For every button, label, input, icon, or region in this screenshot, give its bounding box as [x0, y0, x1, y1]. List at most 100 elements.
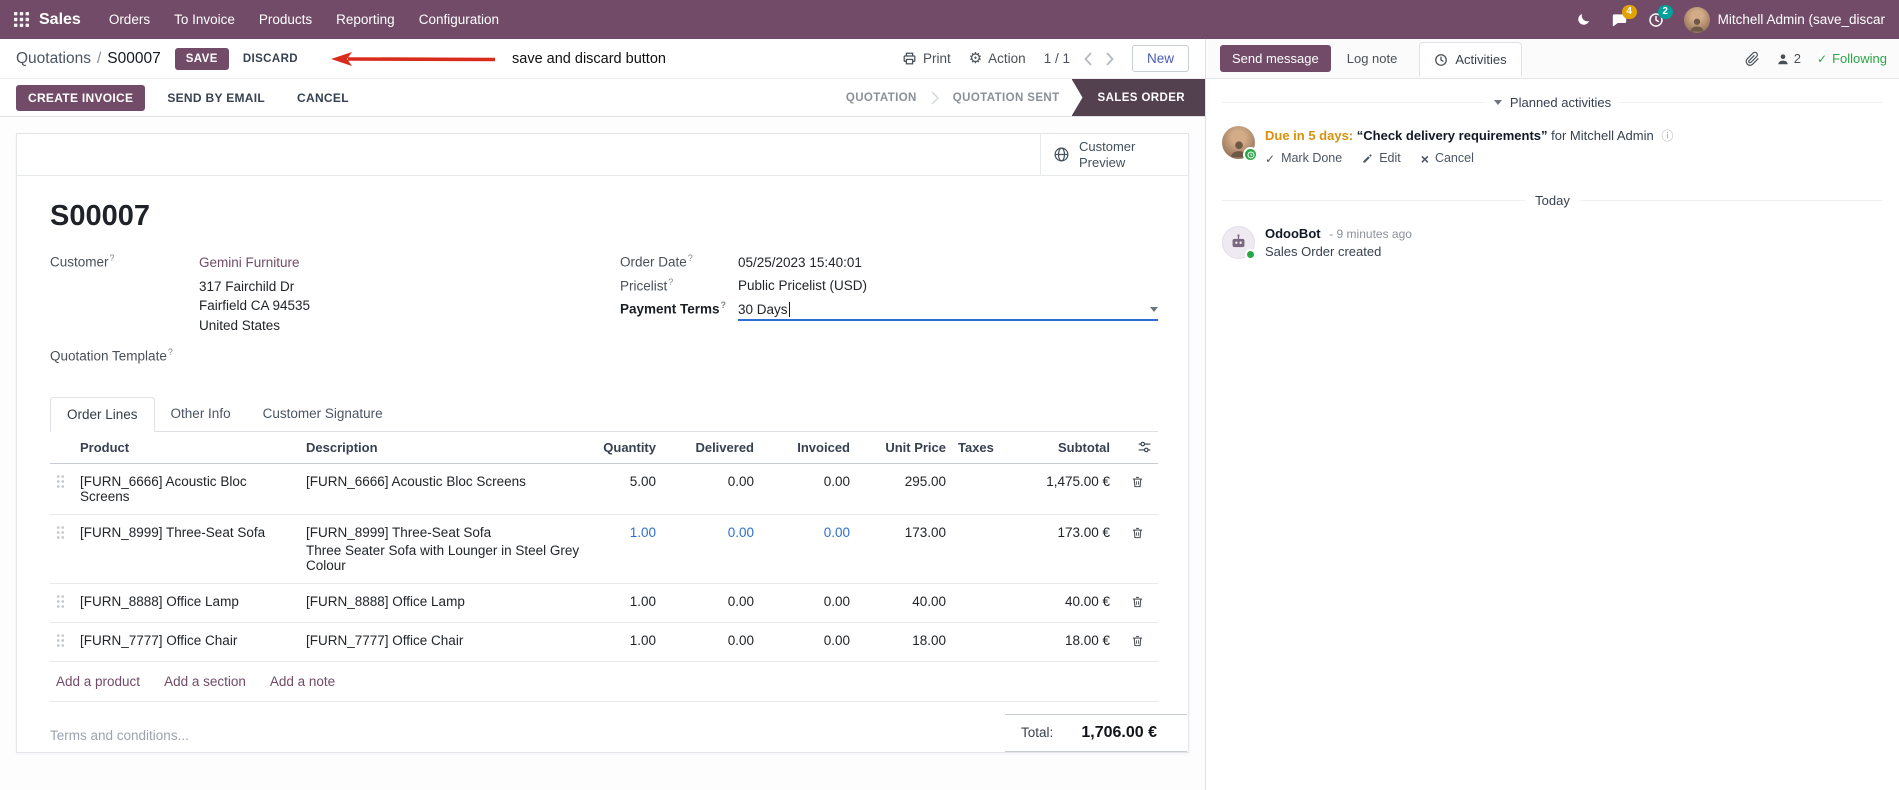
pager-previous-icon[interactable]	[1084, 51, 1092, 66]
activity-summary-line: Due in 5 days: “Check delivery requireme…	[1265, 126, 1673, 146]
delete-row-icon[interactable]	[1116, 583, 1158, 623]
log-note-button[interactable]: Log note	[1335, 45, 1410, 72]
cancel-button[interactable]: CANCEL	[287, 85, 359, 111]
activities-tab[interactable]: Activities	[1419, 42, 1522, 77]
messages-badge: 4	[1621, 4, 1637, 19]
attachments-button[interactable]	[1745, 51, 1760, 67]
apps-menu-button[interactable]	[14, 12, 29, 27]
drag-handle-icon[interactable]	[50, 514, 74, 584]
cell-product[interactable]: [FURN_8888] Office Lamp	[74, 583, 300, 623]
new-button[interactable]: New	[1131, 45, 1189, 72]
cell-delivered[interactable]: 0.00	[662, 622, 760, 662]
delete-row-icon[interactable]	[1116, 514, 1158, 584]
cell-taxes[interactable]	[952, 622, 1010, 662]
table-row[interactable]: [FURN_8999] Three-Seat Sofa [FURN_8999] …	[50, 514, 1158, 584]
cancel-activity-button[interactable]: × Cancel	[1421, 149, 1474, 168]
cell-product[interactable]: [FURN_7777] Office Chair	[74, 622, 300, 662]
cell-description[interactable]: [FURN_6666] Acoustic Bloc Screens	[300, 463, 590, 515]
cell-unit-price[interactable]: 40.00	[856, 583, 952, 623]
planned-activities-header[interactable]: Planned activities	[1222, 95, 1883, 110]
cell-taxes[interactable]	[952, 463, 1010, 515]
pager-next-icon[interactable]	[1106, 51, 1114, 66]
cell-description[interactable]: [FURN_8999] Three-Seat Sofa Three Seater …	[300, 514, 590, 584]
followers-button[interactable]: 2	[1776, 51, 1801, 66]
menu-products[interactable]: Products	[247, 0, 324, 39]
table-row[interactable]: [FURN_8888] Office Lamp [FURN_8888] Offi…	[50, 583, 1158, 623]
add-a-note-link[interactable]: Add a note	[270, 674, 335, 689]
user-menu[interactable]: Mitchell Admin (save_discar	[1683, 6, 1885, 33]
following-button[interactable]: ✓ Following	[1817, 51, 1887, 66]
action-button[interactable]: ⚙ Action	[969, 51, 1026, 66]
menu-orders[interactable]: Orders	[97, 0, 162, 39]
mark-done-button[interactable]: ✓ Mark Done	[1265, 149, 1342, 168]
drag-handle-icon[interactable]	[50, 583, 74, 623]
optional-columns-icon[interactable]	[1122, 440, 1152, 454]
customer-link[interactable]: Gemini Furniture	[199, 255, 300, 270]
cell-invoiced[interactable]: 0.00	[760, 583, 856, 623]
breadcrumb-quotations[interactable]: Quotations	[16, 50, 91, 68]
notebook-tabs: Order Lines Other Info Customer Signatur…	[50, 396, 1158, 432]
drag-handle-icon[interactable]	[50, 622, 74, 662]
add-a-section-link[interactable]: Add a section	[164, 674, 246, 689]
customer-preview-button[interactable]: Customer Preview	[1040, 134, 1188, 176]
tab-order-lines[interactable]: Order Lines	[50, 396, 155, 432]
cell-unit-price[interactable]: 18.00	[856, 622, 952, 662]
cell-description[interactable]: [FURN_8888] Office Lamp	[300, 583, 590, 623]
delete-row-icon[interactable]	[1116, 463, 1158, 515]
cell-unit-price[interactable]: 173.00	[856, 514, 952, 584]
cell-delivered[interactable]: 0.00	[662, 583, 760, 623]
dark-mode-moon-icon[interactable]	[1576, 12, 1591, 27]
cell-taxes[interactable]	[952, 583, 1010, 623]
cell-delivered[interactable]: 0.00	[662, 514, 760, 584]
stage-quotation-sent[interactable]: QUOTATION SENT	[941, 92, 1072, 104]
message-author[interactable]: OdooBot	[1265, 226, 1321, 241]
total-value: 1,706.00 €	[1081, 723, 1157, 741]
pricelist-field[interactable]: Public Pricelist (USD)	[738, 278, 867, 293]
table-row[interactable]: [FURN_7777] Office Chair [FURN_7777] Off…	[50, 622, 1158, 662]
order-date-field[interactable]: 05/25/2023 15:40:01	[738, 255, 862, 270]
print-button[interactable]: Print	[902, 51, 951, 66]
terms-and-conditions-field[interactable]: Terms and conditions...	[50, 714, 189, 743]
quotation-template-label: Quotation Template?	[50, 347, 173, 364]
info-icon[interactable]: ⓘ	[1661, 129, 1673, 143]
send-by-email-button[interactable]: SEND BY EMAIL	[157, 85, 275, 111]
app-title[interactable]: Sales	[39, 11, 81, 29]
menu-configuration[interactable]: Configuration	[407, 0, 511, 39]
cell-invoiced[interactable]: 0.00	[760, 622, 856, 662]
annotation-overlay: save and discard button	[330, 51, 666, 67]
cell-quantity[interactable]: 1.00	[590, 583, 662, 623]
cell-product[interactable]: [FURN_8999] Three-Seat Sofa	[74, 514, 300, 584]
dropdown-caret-icon[interactable]	[1150, 306, 1158, 312]
tab-other-info[interactable]: Other Info	[155, 397, 247, 431]
discard-button[interactable]: DISCARD	[235, 48, 306, 70]
cell-unit-price[interactable]: 295.00	[856, 463, 952, 515]
payment-terms-input[interactable]: 30 Days	[738, 301, 1158, 321]
tab-customer-signature[interactable]: Customer Signature	[247, 397, 399, 431]
menu-to-invoice[interactable]: To Invoice	[162, 0, 247, 39]
cell-invoiced[interactable]: 0.00	[760, 463, 856, 515]
cell-quantity[interactable]: 1.00	[590, 514, 662, 584]
cell-taxes[interactable]	[952, 514, 1010, 584]
delete-row-icon[interactable]	[1116, 622, 1158, 662]
cell-invoiced[interactable]: 0.00	[760, 514, 856, 584]
menu-reporting[interactable]: Reporting	[324, 0, 407, 39]
activities-clock-icon[interactable]: 2	[1648, 4, 1673, 28]
save-button[interactable]: SAVE	[174, 47, 229, 70]
send-message-button[interactable]: Send message	[1220, 45, 1331, 72]
messages-icon[interactable]: 4	[1611, 4, 1637, 28]
create-invoice-button[interactable]: CREATE INVOICE	[16, 84, 146, 111]
customer-address[interactable]: 317 Fairchild Dr Fairfield CA 94535 Unit…	[199, 277, 620, 336]
cell-description[interactable]: [FURN_7777] Office Chair	[300, 622, 590, 662]
stage-quotation[interactable]: QUOTATION	[834, 92, 929, 104]
cell-quantity[interactable]: 5.00	[590, 463, 662, 515]
cell-product[interactable]: [FURN_6666] Acoustic Bloc Screens	[74, 463, 300, 515]
add-a-product-link[interactable]: Add a product	[56, 674, 140, 689]
stage-sales-order[interactable]: SALES ORDER	[1071, 79, 1205, 116]
address-line: United States	[199, 317, 281, 333]
cell-delivered[interactable]: 0.00	[662, 463, 760, 515]
edit-activity-button[interactable]: Edit	[1362, 149, 1401, 168]
cell-quantity[interactable]: 1.00	[590, 622, 662, 662]
table-row[interactable]: [FURN_6666] Acoustic Bloc Screens [FURN_…	[50, 463, 1158, 515]
pager-count[interactable]: 1 / 1	[1044, 51, 1070, 66]
drag-handle-icon[interactable]	[50, 463, 74, 515]
